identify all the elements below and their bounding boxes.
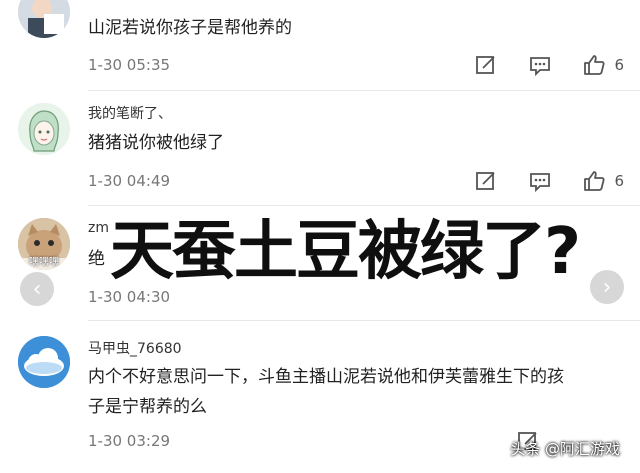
message-icon[interactable] [528, 53, 552, 77]
avatar[interactable] [18, 336, 70, 388]
comment-actions: 6 [444, 168, 624, 194]
comment-time: 1-30 04:49 [88, 172, 171, 190]
comment-username[interactable]: 马甲虫_76680 [88, 338, 182, 358]
watermark: 头条 @阿汇游戏 [510, 440, 620, 458]
comment-text: 绝 [88, 249, 105, 269]
comment-time: 1-30 05:35 [88, 56, 171, 74]
thumbs-up-icon[interactable] [582, 53, 606, 77]
comment-actions: 6 [444, 52, 624, 78]
comment-text-line-1: 内个不好意思问一下，斗鱼主播山泥若说他和伊芙蕾雅生下的孩 [88, 367, 564, 387]
chevron-left-icon[interactable]: ‹ [20, 272, 54, 306]
divider [88, 320, 640, 321]
thumbs-up-icon[interactable] [582, 169, 606, 193]
like-count: 6 [614, 172, 624, 190]
edit-icon[interactable] [474, 169, 498, 193]
avatar-caption: 嘿嘿嘿 [29, 257, 59, 268]
person-photo-avatar-icon [18, 0, 70, 38]
overlay-headline: 天蚕土豆被绿了? [107, 212, 584, 292]
avatar[interactable]: 嘿嘿嘿 [18, 218, 70, 270]
avatar[interactable] [18, 0, 70, 38]
comment-text: 山泥若说你孩子是帮他养的 [88, 18, 292, 38]
avatar[interactable] [18, 103, 70, 155]
divider [88, 90, 640, 91]
comment-time: 1-30 03:29 [88, 432, 171, 450]
message-icon[interactable] [528, 169, 552, 193]
comment-text-line-2: 子是宁帮养的么 [88, 397, 207, 417]
like-count: 6 [614, 56, 624, 74]
comment-username[interactable]: zm [88, 220, 109, 236]
divider [88, 205, 640, 206]
edit-icon[interactable] [474, 53, 498, 77]
comment-username[interactable]: 我的笔断了、 [88, 103, 172, 123]
cloud-avatar-icon [18, 336, 70, 388]
comment-text: 猪猪说你被他绿了 [88, 133, 224, 153]
chevron-right-icon[interactable]: › [590, 270, 624, 304]
anime-girl-avatar-icon [18, 103, 70, 155]
